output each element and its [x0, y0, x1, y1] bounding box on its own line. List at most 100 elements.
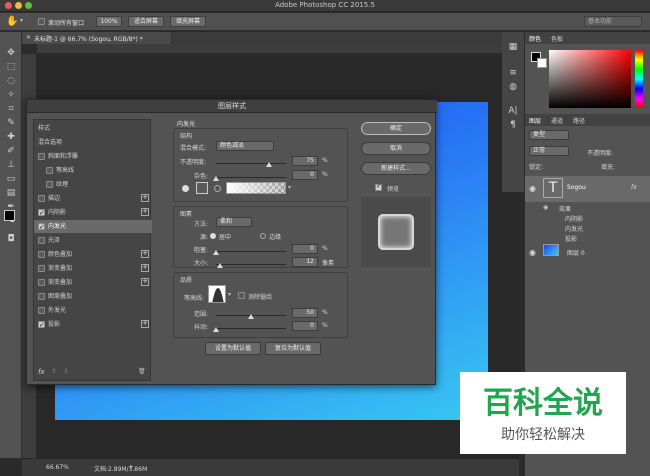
style-item[interactable]: 内发光 — [34, 220, 152, 234]
reset-default-button[interactable]: 复位为默认值 — [265, 342, 321, 355]
cancel-button[interactable]: 取消 — [361, 142, 431, 155]
move-tool-icon[interactable]: ✥ — [3, 46, 19, 60]
magic-wand-tool-icon[interactable]: ✧ — [3, 88, 19, 102]
layer-blend-mode[interactable]: 正常 — [529, 146, 569, 156]
antialias-checkbox[interactable] — [238, 292, 245, 299]
workspace-select[interactable]: 基本功能 — [584, 16, 642, 27]
style-checkbox[interactable] — [46, 181, 53, 188]
paragraph-icon[interactable]: ¶ — [505, 118, 521, 132]
jitter-input[interactable]: 0 — [292, 321, 318, 331]
color-background-swatch[interactable] — [537, 58, 547, 68]
tab-layers[interactable]: 图层 — [529, 116, 541, 126]
style-item[interactable]: 描边 + — [34, 192, 152, 205]
healing-tool-icon[interactable]: ✚ — [3, 130, 19, 144]
brush-tool-icon[interactable]: ✐ — [3, 144, 19, 158]
chevron-right-icon[interactable]: ▸ — [130, 463, 133, 470]
blend-mode-select[interactable]: 颜色减淡 — [216, 141, 274, 151]
style-item[interactable]: 光泽 — [34, 234, 152, 247]
tab-swatches[interactable]: 色板 — [551, 34, 563, 44]
blend-options-item[interactable]: 混合选项 — [34, 136, 152, 149]
style-item[interactable]: 等高线 — [34, 164, 152, 177]
layer-name[interactable]: 图层 0 — [567, 248, 585, 257]
quick-mask-icon[interactable]: ◘ — [3, 232, 19, 246]
add-effect-icon[interactable]: + — [141, 264, 149, 272]
layer-row-layer0[interactable]: ◉ 图层 0 — [525, 240, 650, 266]
fx-menu-button[interactable]: fx — [38, 368, 45, 376]
style-checkbox[interactable] — [38, 195, 45, 202]
style-item[interactable]: 颜色叠加 + — [34, 248, 152, 261]
marquee-tool-icon[interactable]: ⬚ — [3, 60, 19, 74]
hand-icon[interactable]: ✋ — [6, 16, 18, 27]
style-checkbox[interactable] — [38, 265, 45, 272]
noise-slider-track[interactable] — [216, 177, 286, 178]
size-input[interactable]: 12 — [292, 257, 318, 267]
style-checkbox[interactable] — [38, 307, 45, 314]
adjust-icon[interactable]: ≡ — [505, 66, 521, 80]
fit-screen-button[interactable]: 适合屏幕 — [128, 16, 164, 27]
opacity-slider-track[interactable] — [216, 163, 286, 164]
zoom-level[interactable]: 66.67% — [46, 464, 69, 471]
hue-slider[interactable] — [635, 50, 643, 108]
style-checkbox[interactable] — [38, 207, 45, 220]
gradient-tool-icon[interactable]: ▤ — [3, 186, 19, 200]
lasso-tool-icon[interactable]: ◌ — [3, 74, 19, 88]
style-item[interactable]: 内阴影 + — [34, 206, 152, 220]
styles-header[interactable]: 样式 — [34, 122, 152, 135]
chevron-down-icon[interactable]: ▾ — [20, 17, 23, 24]
style-item[interactable]: 渐变叠加 + — [34, 262, 152, 275]
choke-slider-thumb[interactable] — [213, 250, 219, 255]
add-effect-icon[interactable]: + — [141, 250, 149, 258]
layer-filter-kind[interactable]: 类型 — [529, 130, 569, 140]
effects-eye-icon[interactable]: ◉ — [543, 204, 548, 211]
contour-preview[interactable] — [208, 285, 226, 303]
method-select[interactable]: 柔和 — [216, 217, 252, 227]
tab-paths[interactable]: 路径 — [573, 116, 585, 126]
ok-button[interactable]: 确定 — [361, 122, 431, 135]
style-item[interactable]: 投影 + — [34, 318, 152, 332]
layer-row-sogou[interactable]: ◉ T Sogou fx — [525, 176, 650, 202]
eraser-tool-icon[interactable]: ▭ — [3, 172, 19, 186]
move-up-icon[interactable]: ⇧ — [52, 368, 57, 375]
style-item[interactable]: 图案叠加 — [34, 290, 152, 303]
document-tab[interactable]: ✕ 未标题-1 @ 66.7% (Sogou, RGB/8*) * — [22, 32, 172, 44]
style-item[interactable]: 渐变叠加 + — [34, 276, 152, 289]
opacity-slider-thumb[interactable] — [265, 162, 272, 167]
crop-tool-icon[interactable]: ⌗ — [3, 102, 19, 116]
add-effect-icon[interactable]: + — [141, 194, 149, 202]
size-slider-track[interactable] — [216, 264, 286, 265]
gradient-radio[interactable] — [214, 185, 221, 192]
source-edge-radio[interactable] — [260, 233, 266, 239]
tab-channels[interactable]: 通道 — [551, 116, 563, 126]
style-checkbox[interactable] — [38, 153, 45, 160]
chevron-down-icon[interactable]: ▾ — [288, 184, 291, 191]
eye-icon[interactable]: ◉ — [529, 184, 536, 193]
effect-item[interactable]: 内阴影 — [565, 214, 583, 223]
gradient-swatch[interactable] — [226, 182, 286, 194]
preview-checkbox[interactable] — [375, 182, 382, 191]
noise-slider-thumb[interactable] — [213, 176, 219, 181]
style-checkbox[interactable] — [38, 293, 45, 300]
brush-presets-icon[interactable]: ◍ — [505, 80, 521, 94]
fill-screen-button[interactable]: 填充屏幕 — [170, 16, 206, 27]
stamp-tool-icon[interactable]: ⊥ — [3, 158, 19, 172]
foreground-color-swatch[interactable] — [4, 210, 15, 221]
eyedropper-tool-icon[interactable]: ✎ — [3, 116, 19, 130]
effect-item[interactable]: 内发光 — [565, 224, 583, 233]
make-default-button[interactable]: 设置为默认值 — [205, 342, 261, 355]
chevron-down-icon[interactable]: ▾ — [228, 291, 231, 298]
layer-name[interactable]: Sogou — [567, 184, 586, 191]
source-center-radio[interactable] — [210, 233, 216, 239]
character-icon[interactable]: A| — [505, 104, 521, 118]
style-checkbox[interactable] — [38, 221, 45, 234]
style-item[interactable]: 外发光 — [34, 304, 152, 317]
tab-color[interactable]: 颜色 — [529, 34, 541, 44]
size-slider-thumb[interactable] — [216, 263, 223, 268]
trash-icon[interactable]: 🗑 — [138, 368, 146, 375]
style-checkbox[interactable] — [38, 279, 45, 286]
style-item[interactable]: 纹理 — [34, 178, 152, 191]
choke-input[interactable]: 0 — [292, 244, 318, 254]
opacity-input[interactable]: 75 — [292, 156, 318, 166]
color-picker-field[interactable] — [549, 50, 631, 108]
style-checkbox[interactable] — [46, 167, 53, 174]
eye-icon[interactable]: ◉ — [529, 248, 536, 257]
